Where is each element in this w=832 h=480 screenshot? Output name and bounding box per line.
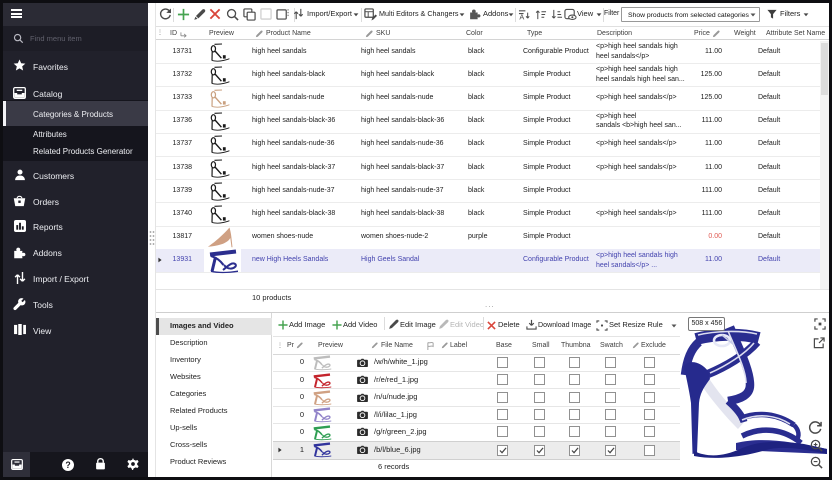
svg-text:A: A: [519, 12, 524, 21]
svg-text:?: ?: [65, 460, 70, 470]
